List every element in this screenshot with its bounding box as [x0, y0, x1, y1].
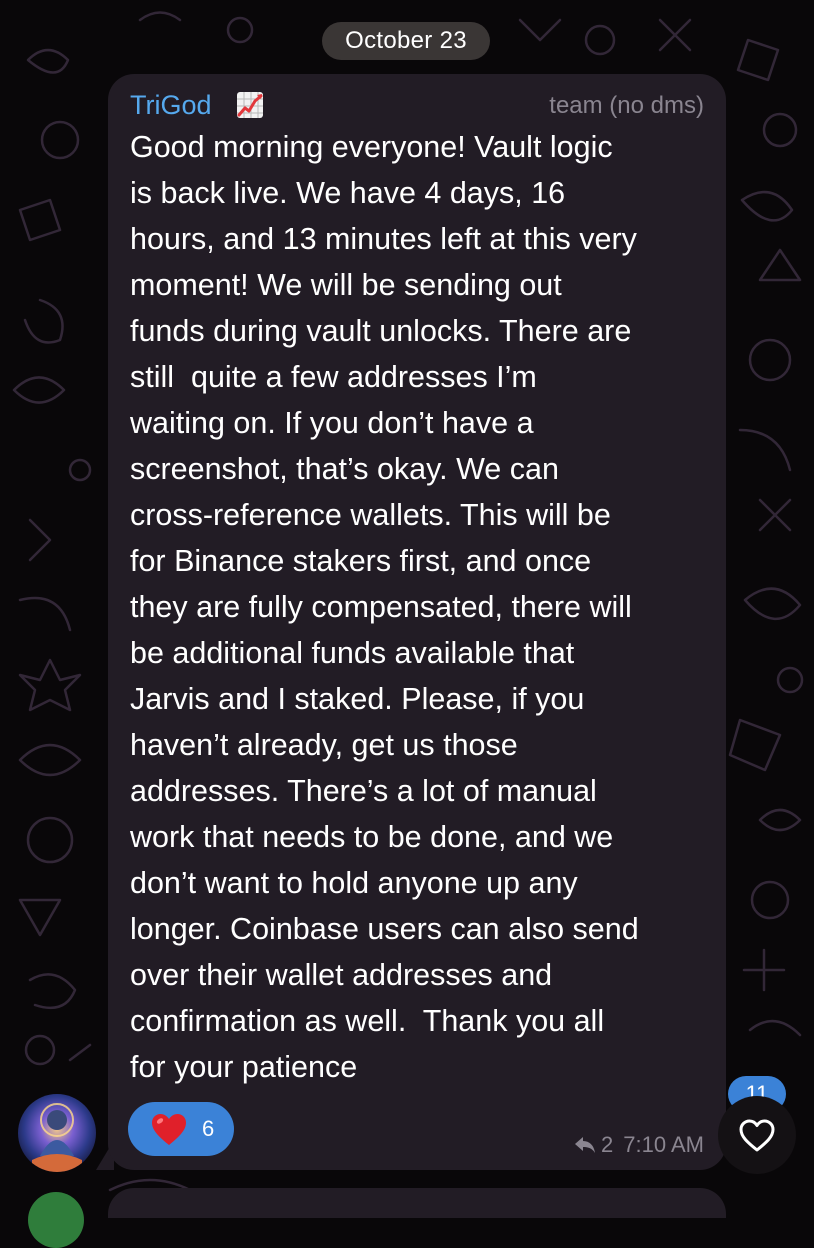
heart-outline-icon [739, 1119, 775, 1152]
reply-count[interactable]: 2 [601, 1132, 613, 1157]
next-message-avatar[interactable] [28, 1192, 84, 1248]
message-header: TriGod team (no dms) [130, 88, 704, 122]
scroll-to-reactions-button[interactable] [718, 1096, 796, 1174]
sender-avatar[interactable] [18, 1094, 96, 1172]
chart-increasing-icon [236, 91, 264, 119]
date-separator: October 23 [322, 22, 490, 60]
message-bubble[interactable]: TriGod team (no dms) Good morning everyo… [108, 74, 726, 1170]
heart-reaction-button[interactable]: 6 [128, 1102, 234, 1156]
reply-arrow-icon [573, 1132, 597, 1153]
sender-role-title: team (no dms) [549, 92, 704, 119]
message-text: Good morning everyone! Vault logic is ba… [130, 130, 639, 1084]
next-message-bubble[interactable] [108, 1188, 726, 1218]
reaction-count: 6 [202, 1116, 215, 1141]
sender-name[interactable]: TriGod [130, 88, 212, 122]
message-time: 7:10 AM [623, 1132, 704, 1157]
message-meta: 2 7:10 AM [573, 1130, 704, 1160]
red-heart-icon [150, 1112, 188, 1147]
